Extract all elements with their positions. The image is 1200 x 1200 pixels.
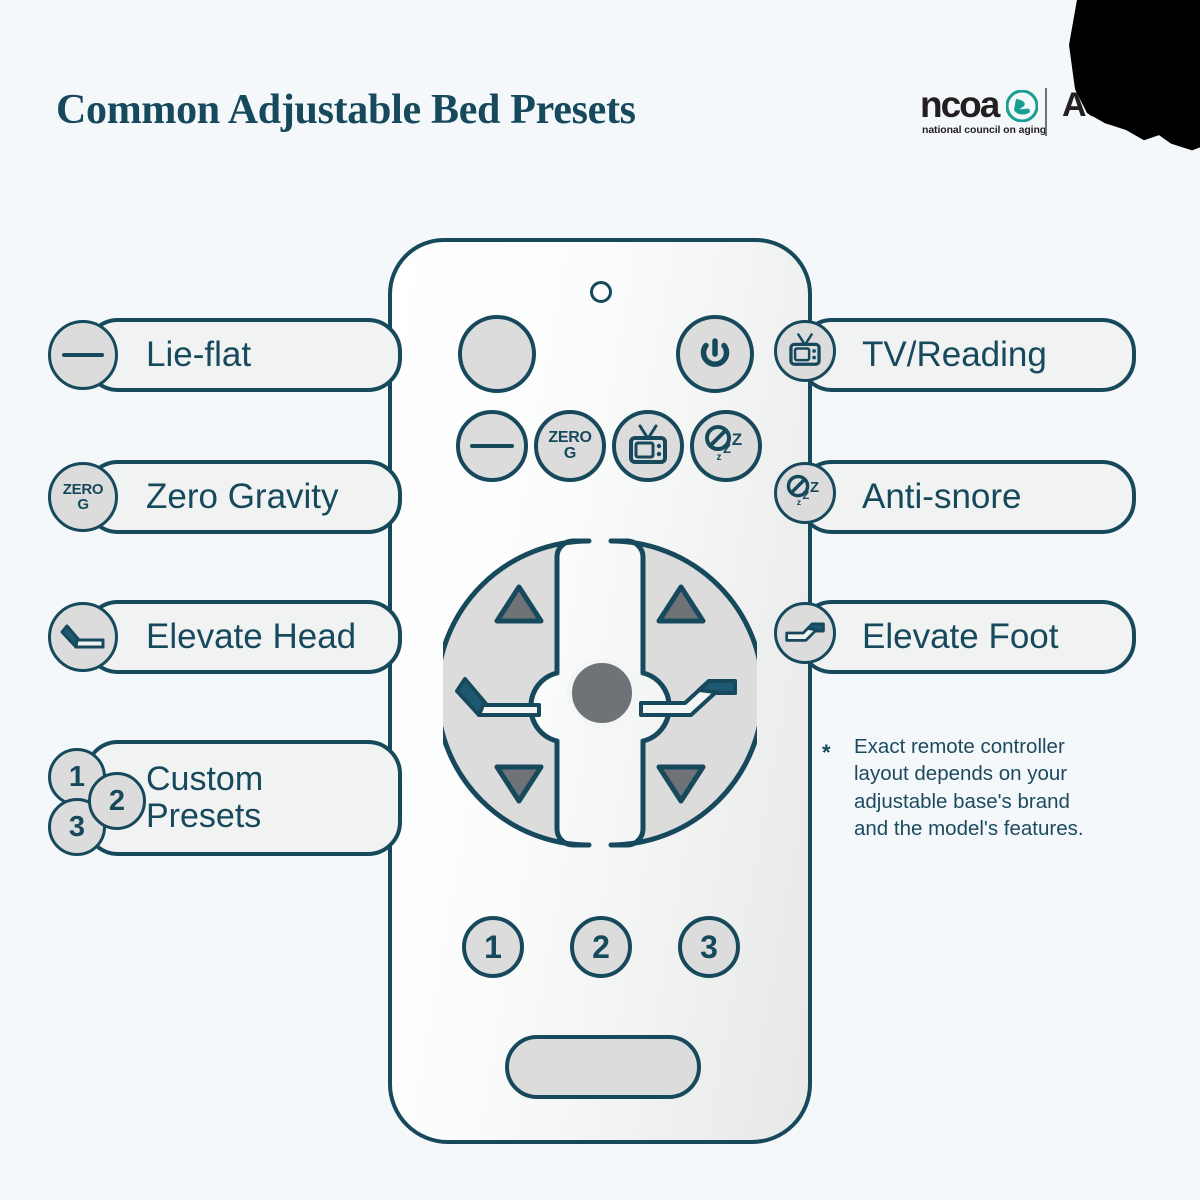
- label-pill-lie-flat[interactable]: Lie-flat: [84, 318, 402, 392]
- svg-text:Z: Z: [723, 441, 731, 456]
- infographic-canvas: Common Adjustable Bed Presets ncoa natio…: [0, 0, 1200, 1200]
- anti-snore-button[interactable]: Z Z z: [690, 410, 762, 482]
- logo-divider: [1045, 88, 1047, 136]
- label-text-zero-gravity: Zero Gravity: [146, 477, 339, 517]
- label-text-elevate-foot: Elevate Foot: [862, 617, 1059, 657]
- footnote: * Exact remote controller layout depends…: [822, 733, 1112, 842]
- zero-g-button[interactable]: ZERO G: [534, 410, 606, 482]
- elevate-head-icon: [48, 602, 118, 672]
- svg-text:Z: Z: [802, 490, 809, 502]
- memory-button-2-label: 2: [592, 928, 610, 965]
- label-pill-tv-reading[interactable]: TV/Reading: [798, 318, 1136, 392]
- svg-text:z: z: [717, 452, 722, 463]
- anti-snore-icon: Z Z z: [774, 462, 836, 524]
- anti-snore-icon: Z Z z: [701, 423, 751, 469]
- zero-g-icon: ZERO G: [48, 462, 118, 532]
- preset-number-1-label: 1: [68, 760, 86, 793]
- flat-line-icon: [48, 320, 118, 390]
- label-text-custom-presets: Custom Presets: [146, 760, 264, 835]
- elevate-foot-icon: [774, 602, 836, 664]
- label-text-anti-snore: Anti-snore: [862, 477, 1022, 517]
- power-icon: [693, 332, 737, 376]
- memory-button-3-label: 3: [700, 928, 718, 965]
- tv-icon: [774, 320, 836, 382]
- svg-text:Z: Z: [732, 430, 742, 449]
- wide-pill-button[interactable]: [505, 1035, 701, 1099]
- zero-g-badge-bottom: G: [77, 496, 89, 513]
- label-pill-elevate-head[interactable]: Elevate Head: [84, 600, 402, 674]
- label-text-lie-flat: Lie-flat: [146, 335, 252, 375]
- tv-button[interactable]: [612, 410, 684, 482]
- memory-button-1-label: 1: [484, 928, 502, 965]
- led-indicator: [590, 281, 612, 303]
- center-knob[interactable]: [567, 658, 637, 728]
- memory-button-1[interactable]: 1: [462, 916, 524, 978]
- flat-button[interactable]: [456, 410, 528, 482]
- blank-round-button[interactable]: [458, 315, 536, 393]
- svg-text:Z: Z: [810, 480, 819, 496]
- label-pill-zero-gravity[interactable]: Zero Gravity: [84, 460, 402, 534]
- label-text-elevate-head: Elevate Head: [146, 617, 357, 657]
- zero-g-top-text: ZERO: [548, 428, 592, 446]
- zero-g-bottom-text: G: [563, 445, 577, 462]
- logo-tagline: national council on aging: [922, 124, 1047, 136]
- label-pill-elevate-foot[interactable]: Elevate Foot: [798, 600, 1136, 674]
- zero-g-icon: ZERO G: [548, 428, 592, 463]
- label-pill-anti-snore[interactable]: Anti-snore: [798, 460, 1136, 534]
- page-title: Common Adjustable Bed Presets: [56, 87, 636, 133]
- logo-swoosh-icon: [1006, 90, 1038, 122]
- label-text-tv-reading: TV/Reading: [862, 335, 1047, 375]
- memory-button-3[interactable]: 3: [678, 916, 740, 978]
- zero-g-badge-top: ZERO: [62, 480, 104, 498]
- preset-number-2-icon: 2: [88, 772, 146, 830]
- tv-icon: [624, 423, 672, 469]
- logo-wordmark: ncoa: [920, 84, 1000, 125]
- power-button[interactable]: [676, 315, 754, 393]
- preset-number-3-label: 3: [68, 810, 86, 843]
- footnote-text: Exact remote controller layout depends o…: [854, 735, 1084, 840]
- memory-button-2[interactable]: 2: [570, 916, 632, 978]
- preset-number-2-label: 2: [108, 784, 126, 817]
- flat-line-icon: [469, 440, 515, 452]
- footnote-marker: *: [822, 740, 831, 765]
- svg-text:z: z: [797, 497, 802, 507]
